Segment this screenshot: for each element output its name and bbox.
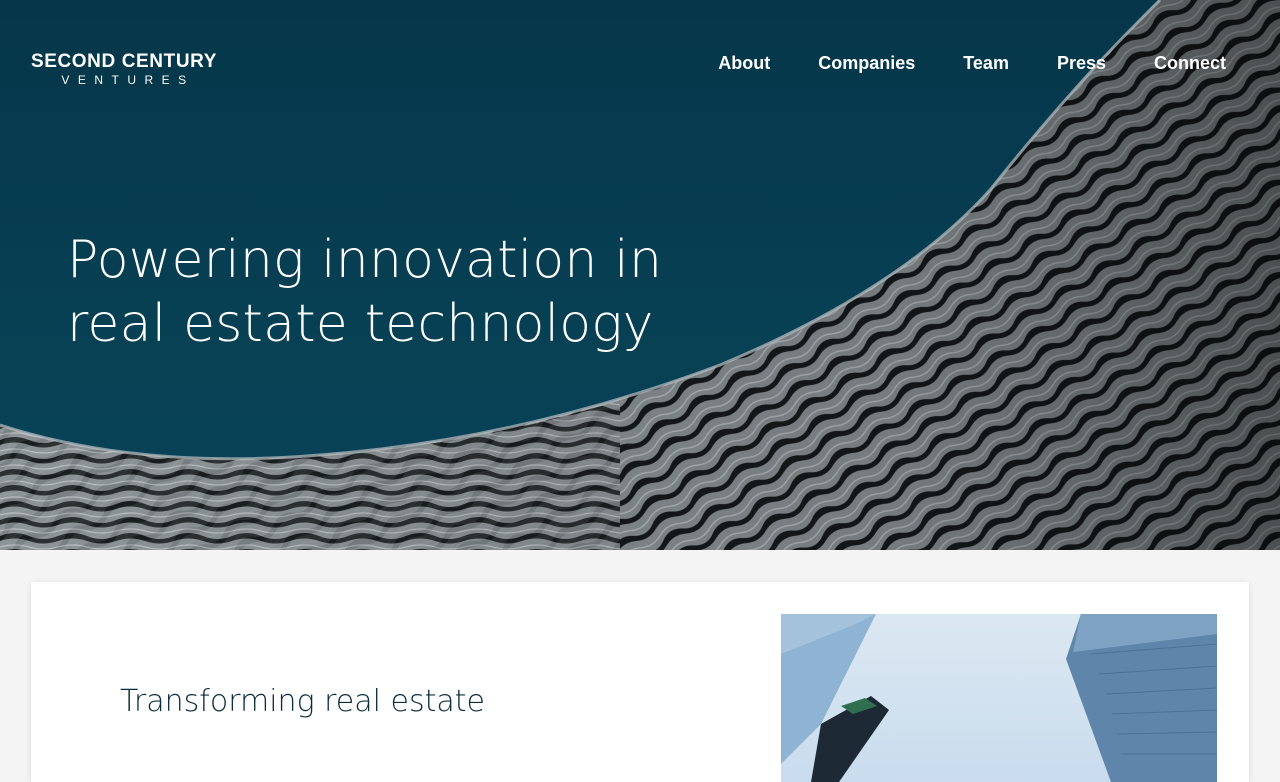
main-nav: About Companies Team Press Connect	[670, 52, 1226, 74]
nav-link-team[interactable]: Team	[963, 52, 1009, 74]
brand-subtitle: VENTURES	[61, 73, 195, 87]
nav-link-about[interactable]: About	[718, 52, 770, 74]
intro-card: Transforming real estate	[31, 582, 1249, 782]
nav-link-connect[interactable]: Connect	[1154, 52, 1226, 74]
hero-headline: Powering innovation in real estate techn…	[67, 230, 663, 354]
brand-logo[interactable]: SECOND CENTURY VENTURES	[23, 52, 225, 88]
hero-banner: SECOND CENTURY VENTURES About Companies …	[0, 0, 1280, 550]
nav-link-companies[interactable]: Companies	[818, 52, 915, 74]
nav-link-press[interactable]: Press	[1057, 52, 1106, 74]
skyscrapers-image	[781, 614, 1217, 782]
brand-name: SECOND CENTURY	[30, 51, 218, 72]
intro-title: Transforming real estate	[120, 684, 485, 719]
